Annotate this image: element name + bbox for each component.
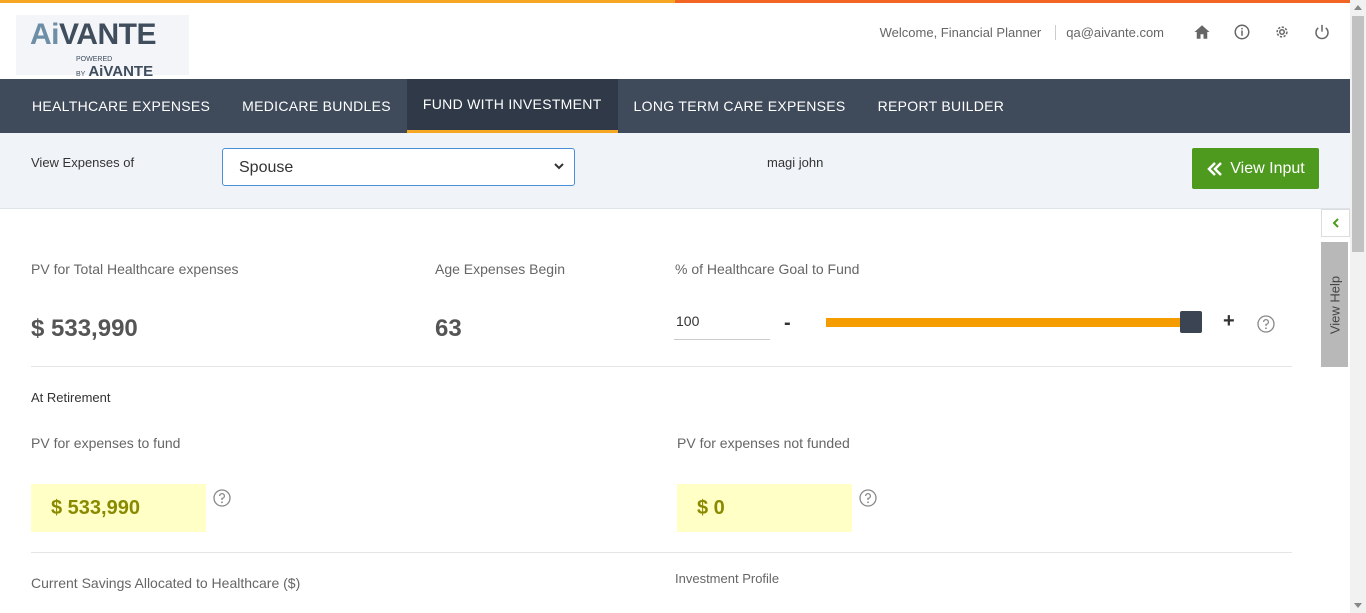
pv-not-funded-label: PV for expenses not funded <box>677 435 850 451</box>
pv-total-value: $ 533,990 <box>31 315 138 342</box>
header-user-area: Welcome, Financial Planner qa@aivante.co… <box>880 21 1336 43</box>
chevron-left-icon <box>1332 218 1339 228</box>
goal-percent-input[interactable]: 100 <box>674 309 770 340</box>
filter-bar: View Expenses of Spouse magi john View I… <box>0 133 1350 209</box>
welcome-text: Welcome, Financial Planner <box>880 24 1057 40</box>
section-divider <box>31 366 1292 367</box>
at-retirement-heading: At Retirement <box>31 390 111 405</box>
tab-long-term-care-expenses[interactable]: LONG TERM CARE EXPENSES <box>618 79 862 133</box>
scroll-up-arrow[interactable] <box>1354 5 1362 10</box>
goal-slider-track[interactable] <box>826 318 1196 327</box>
double-chevron-left-icon <box>1207 161 1223 176</box>
chevron-down-icon <box>554 163 564 170</box>
tab-report-builder[interactable]: REPORT BUILDER <box>862 79 1021 133</box>
pv-total-label: PV for Total Healthcare expenses <box>31 261 239 277</box>
pv-fund-value: $ 533,990 <box>31 484 206 532</box>
logo-wordmark: AiVANTE <box>30 18 156 51</box>
power-icon[interactable] <box>1308 21 1336 43</box>
client-name: magi john <box>767 155 824 170</box>
app-header: AiVANTE POWERED BY AiVANTE Welcome, Finan… <box>0 3 1350 80</box>
age-expenses-value: 63 <box>435 315 462 342</box>
info-icon[interactable] <box>1228 21 1256 43</box>
main-content: PV for Total Healthcare expenses $ 533,9… <box>0 209 1320 613</box>
help-panel-toggle[interactable] <box>1321 209 1350 237</box>
section-divider <box>31 552 1292 553</box>
page-scrollbar[interactable] <box>1350 0 1366 613</box>
view-help-label: View Help <box>1327 275 1342 334</box>
goal-percent-label: % of Healthcare Goal to Fund <box>675 261 860 277</box>
help-question-icon[interactable] <box>859 489 877 507</box>
age-expenses-label: Age Expenses Begin <box>435 261 565 277</box>
selected-person: Spouse <box>239 159 294 176</box>
scroll-down-arrow[interactable] <box>1354 603 1362 608</box>
gear-icon[interactable] <box>1268 21 1296 43</box>
tab-healthcare-expenses[interactable]: HEALTHCARE EXPENSES <box>16 79 226 133</box>
tab-fund-with-investment[interactable]: FUND WITH INVESTMENT <box>406 79 618 133</box>
help-question-icon[interactable] <box>1257 315 1275 333</box>
tab-medicare-bundles[interactable]: MEDICARE BUNDLES <box>226 79 407 133</box>
view-help-tab[interactable]: View Help <box>1321 242 1348 367</box>
view-expenses-label: View Expenses of <box>31 155 135 170</box>
pv-fund-label: PV for expenses to fund <box>31 435 181 451</box>
view-expenses-select[interactable]: Spouse <box>222 148 575 186</box>
logo-powered-by: POWERED BY AiVANTE <box>76 56 154 80</box>
increase-button[interactable]: + <box>1223 310 1235 333</box>
view-input-button[interactable]: View Input <box>1192 148 1319 189</box>
decrease-button[interactable]: - <box>784 312 791 335</box>
main-nav: HEALTHCARE EXPENSES MEDICARE BUNDLES FUN… <box>0 79 1350 133</box>
home-icon[interactable] <box>1188 21 1216 43</box>
investment-profile-label: Investment Profile <box>675 571 780 586</box>
aivante-logo[interactable]: AiVANTE POWERED BY AiVANTE <box>16 15 189 80</box>
user-email: qa@aivante.com <box>1066 24 1164 40</box>
help-question-icon[interactable] <box>213 489 231 507</box>
view-input-label: View Input <box>1230 159 1305 177</box>
scroll-thumb[interactable] <box>1352 16 1364 252</box>
current-savings-label: Current Savings Allocated to Healthcare … <box>31 575 301 591</box>
goal-slider-handle[interactable] <box>1180 311 1202 333</box>
pv-not-funded-value: $ 0 <box>677 484 852 532</box>
